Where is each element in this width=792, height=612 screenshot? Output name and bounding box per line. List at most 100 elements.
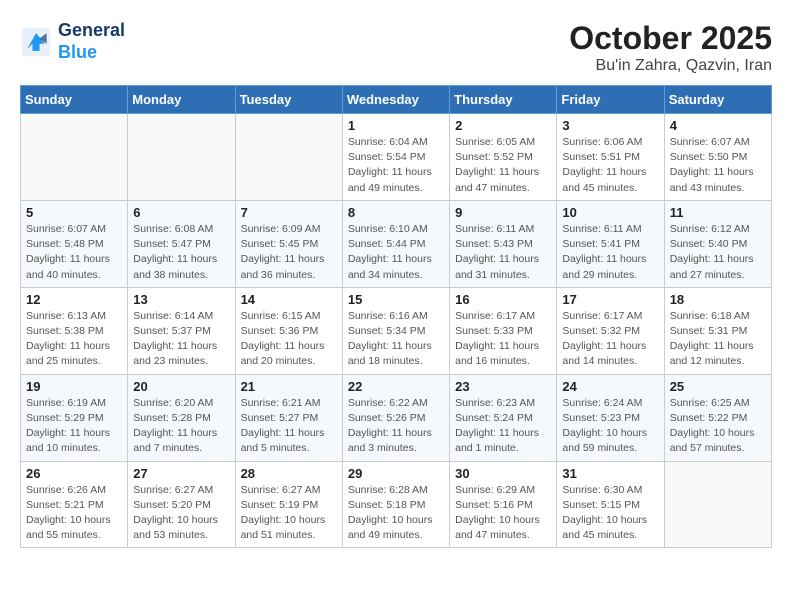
day-info: Sunrise: 6:30 AM Sunset: 5:15 PM Dayligh…	[562, 483, 658, 544]
day-number: 25	[670, 379, 766, 394]
day-cell: 1 Sunrise: 6:04 AM Sunset: 5:54 PM Daylig…	[342, 114, 449, 201]
day-cell: 10Sunrise: 6:11 AM Sunset: 5:41 PM Dayli…	[557, 200, 664, 287]
day-info: Sunrise: 6:09 AM Sunset: 5:45 PM Dayligh…	[241, 222, 337, 283]
header-cell-sunday: Sunday	[21, 86, 128, 114]
day-cell: 15 Sunrise: 6:16 AM Sunset: 5:34 PM Dayli…	[342, 287, 449, 374]
day-cell: 4Sunrise: 6:07 AM Sunset: 5:50 PM Daylig…	[664, 114, 771, 201]
day-cell: 8Sunrise: 6:10 AM Sunset: 5:44 PM Daylig…	[342, 200, 449, 287]
day-info: Sunrise: 6:19 AM Sunset: 5:29 PM Dayligh…	[26, 396, 122, 457]
day-cell: 11 Sunrise: 6:12 AM Sunset: 5:40 PM Dayli…	[664, 200, 771, 287]
day-cell: 12 Sunrise: 6:13 AM Sunset: 5:38 PM Dayli…	[21, 287, 128, 374]
day-info: Sunrise: 6:24 AM Sunset: 5:23 PM Dayligh…	[562, 396, 658, 457]
day-info: Sunrise: 6:21 AM Sunset: 5:27 PM Dayligh…	[241, 396, 337, 457]
day-number: 10	[562, 205, 658, 220]
day-info: Sunrise: 6:07 AM Sunset: 5:50 PM Dayligh…	[670, 135, 766, 196]
day-cell	[664, 461, 771, 548]
header-cell-tuesday: Tuesday	[235, 86, 342, 114]
week-row-5: 26 Sunrise: 6:26 AM Sunset: 5:21 PM Dayli…	[21, 461, 772, 548]
day-info: Sunrise: 6:27 AM Sunset: 5:19 PM Dayligh…	[241, 483, 337, 544]
day-number: 17	[562, 292, 658, 307]
day-cell: 28 Sunrise: 6:27 AM Sunset: 5:19 PM Dayli…	[235, 461, 342, 548]
day-number: 21	[241, 379, 337, 394]
day-number: 31	[562, 466, 658, 481]
day-number: 27	[133, 466, 229, 481]
week-row-3: 12 Sunrise: 6:13 AM Sunset: 5:38 PM Dayli…	[21, 287, 772, 374]
day-number: 30	[455, 466, 551, 481]
day-info: Sunrise: 6:05 AM Sunset: 5:52 PM Dayligh…	[455, 135, 551, 196]
day-info: Sunrise: 6:25 AM Sunset: 5:22 PM Dayligh…	[670, 396, 766, 457]
day-info: Sunrise: 6:16 AM Sunset: 5:34 PM Dayligh…	[348, 309, 444, 370]
day-number: 26	[26, 466, 122, 481]
page-header: General Blue October 2025 Bu'in Zahra, Q…	[20, 20, 772, 75]
day-info: Sunrise: 6:04 AM Sunset: 5:54 PM Dayligh…	[348, 135, 444, 196]
day-info: Sunrise: 6:12 AM Sunset: 5:40 PM Dayligh…	[670, 222, 766, 283]
day-cell: 5Sunrise: 6:07 AM Sunset: 5:48 PM Daylig…	[21, 200, 128, 287]
day-number: 22	[348, 379, 444, 394]
day-cell: 17 Sunrise: 6:17 AM Sunset: 5:32 PM Dayli…	[557, 287, 664, 374]
day-number: 11	[670, 205, 766, 220]
day-info: Sunrise: 6:13 AM Sunset: 5:38 PM Dayligh…	[26, 309, 122, 370]
day-cell: 20 Sunrise: 6:20 AM Sunset: 5:28 PM Dayli…	[128, 374, 235, 461]
day-cell: 22Sunrise: 6:22 AM Sunset: 5:26 PM Dayli…	[342, 374, 449, 461]
calendar-subtitle: Bu'in Zahra, Qazvin, Iran	[569, 57, 772, 75]
day-info: Sunrise: 6:10 AM Sunset: 5:44 PM Dayligh…	[348, 222, 444, 283]
day-cell	[235, 114, 342, 201]
header-cell-saturday: Saturday	[664, 86, 771, 114]
calendar-title: October 2025	[569, 20, 772, 57]
day-info: Sunrise: 6:26 AM Sunset: 5:21 PM Dayligh…	[26, 483, 122, 544]
day-info: Sunrise: 6:08 AM Sunset: 5:47 PM Dayligh…	[133, 222, 229, 283]
day-info: Sunrise: 6:17 AM Sunset: 5:32 PM Dayligh…	[562, 309, 658, 370]
week-row-2: 5Sunrise: 6:07 AM Sunset: 5:48 PM Daylig…	[21, 200, 772, 287]
day-number: 18	[670, 292, 766, 307]
day-number: 16	[455, 292, 551, 307]
day-cell: 16 Sunrise: 6:17 AM Sunset: 5:33 PM Dayli…	[450, 287, 557, 374]
day-cell: 7 Sunrise: 6:09 AM Sunset: 5:45 PM Daylig…	[235, 200, 342, 287]
header-row: SundayMondayTuesdayWednesdayThursdayFrid…	[21, 86, 772, 114]
week-row-4: 19 Sunrise: 6:19 AM Sunset: 5:29 PM Dayli…	[21, 374, 772, 461]
day-number: 12	[26, 292, 122, 307]
day-number: 2	[455, 118, 551, 133]
day-cell	[128, 114, 235, 201]
day-cell: 6 Sunrise: 6:08 AM Sunset: 5:47 PM Daylig…	[128, 200, 235, 287]
day-cell: 31 Sunrise: 6:30 AM Sunset: 5:15 PM Dayli…	[557, 461, 664, 548]
day-number: 3	[562, 118, 658, 133]
day-number: 15	[348, 292, 444, 307]
day-info: Sunrise: 6:06 AM Sunset: 5:51 PM Dayligh…	[562, 135, 658, 196]
title-block: October 2025 Bu'in Zahra, Qazvin, Iran	[569, 20, 772, 75]
day-info: Sunrise: 6:17 AM Sunset: 5:33 PM Dayligh…	[455, 309, 551, 370]
day-cell: 29Sunrise: 6:28 AM Sunset: 5:18 PM Dayli…	[342, 461, 449, 548]
day-info: Sunrise: 6:20 AM Sunset: 5:28 PM Dayligh…	[133, 396, 229, 457]
day-cell: 18 Sunrise: 6:18 AM Sunset: 5:31 PM Dayli…	[664, 287, 771, 374]
day-number: 1	[348, 118, 444, 133]
day-info: Sunrise: 6:28 AM Sunset: 5:18 PM Dayligh…	[348, 483, 444, 544]
logo-line2: Blue	[58, 42, 97, 62]
logo: General Blue	[20, 20, 125, 63]
calendar-header: SundayMondayTuesdayWednesdayThursdayFrid…	[21, 86, 772, 114]
day-cell: 23 Sunrise: 6:23 AM Sunset: 5:24 PM Dayli…	[450, 374, 557, 461]
day-number: 20	[133, 379, 229, 394]
day-number: 19	[26, 379, 122, 394]
day-info: Sunrise: 6:14 AM Sunset: 5:37 PM Dayligh…	[133, 309, 229, 370]
day-number: 7	[241, 205, 337, 220]
logo-text: General Blue	[58, 20, 125, 63]
day-number: 6	[133, 205, 229, 220]
day-info: Sunrise: 6:18 AM Sunset: 5:31 PM Dayligh…	[670, 309, 766, 370]
day-number: 14	[241, 292, 337, 307]
day-info: Sunrise: 6:11 AM Sunset: 5:43 PM Dayligh…	[455, 222, 551, 283]
day-info: Sunrise: 6:23 AM Sunset: 5:24 PM Dayligh…	[455, 396, 551, 457]
day-info: Sunrise: 6:15 AM Sunset: 5:36 PM Dayligh…	[241, 309, 337, 370]
day-number: 28	[241, 466, 337, 481]
calendar-body: 1 Sunrise: 6:04 AM Sunset: 5:54 PM Daylig…	[21, 114, 772, 548]
day-cell: 2 Sunrise: 6:05 AM Sunset: 5:52 PM Daylig…	[450, 114, 557, 201]
day-cell: 26 Sunrise: 6:26 AM Sunset: 5:21 PM Dayli…	[21, 461, 128, 548]
day-info: Sunrise: 6:27 AM Sunset: 5:20 PM Dayligh…	[133, 483, 229, 544]
logo-line1: General	[58, 20, 125, 42]
day-number: 23	[455, 379, 551, 394]
day-number: 9	[455, 205, 551, 220]
day-cell: 14 Sunrise: 6:15 AM Sunset: 5:36 PM Dayli…	[235, 287, 342, 374]
day-cell	[21, 114, 128, 201]
day-cell: 25 Sunrise: 6:25 AM Sunset: 5:22 PM Dayli…	[664, 374, 771, 461]
week-row-1: 1 Sunrise: 6:04 AM Sunset: 5:54 PM Daylig…	[21, 114, 772, 201]
header-cell-monday: Monday	[128, 86, 235, 114]
day-cell: 13Sunrise: 6:14 AM Sunset: 5:37 PM Dayli…	[128, 287, 235, 374]
